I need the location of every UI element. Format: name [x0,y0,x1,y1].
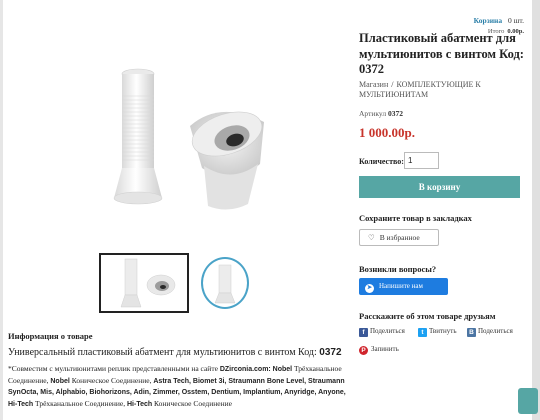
share-heading: Расскажите об этом товаре друзьям [359,311,496,321]
messenger-icon: ➤ [365,284,374,293]
compat-brand-4: Hi-Tech [127,400,153,408]
quantity-label: Количество: [359,157,404,166]
add-to-favorites-button[interactable]: ♡ В избранное [359,229,439,246]
page-scrollbar[interactable] [532,0,540,420]
sku-label: Артикул [359,109,387,118]
thumbnail-2-image [214,264,236,304]
scroll-top-button[interactable] [518,388,538,414]
message-us-label: Напишите нам [379,282,423,290]
compat-type-3: Трёхканальное Соединение, [35,398,126,408]
add-to-cart-button[interactable]: В корзину [359,176,520,198]
page-left-edge [0,0,3,420]
product-info-lead: Универсальный пластиковый абатмент для м… [8,347,348,358]
cart-count: 0 шт. [508,16,524,25]
thumbnail-1[interactable] [99,253,189,313]
favorites-label: В избранное [379,233,420,242]
share-facebook-button[interactable]: f Поделиться [359,326,405,337]
product-main-image[interactable] [92,56,292,232]
compat-type-2: Коническое Соединение, [71,375,152,385]
compat-site: DZirconia.com: [219,366,271,373]
product-info-lead-code: 0372 [319,347,342,358]
bookmarks-heading: Сохраните товар в закладках [359,213,472,223]
pinterest-icon: P [359,346,368,355]
questions-heading: Возникли вопросы? [359,264,437,274]
sku: Артикул 0372 [359,109,403,118]
message-us-button[interactable]: ➤ Напишите нам [359,278,448,295]
product-price: 1 000.00р. [359,125,415,140]
cart-count-unit: шт. [513,16,524,25]
twitter-icon: t [418,328,427,337]
vk-icon: B [467,328,476,337]
heart-icon: ♡ [368,233,375,242]
share-vk-button[interactable]: B Поделиться [467,326,513,337]
compat-brand-2: Nobel [50,377,70,385]
share-vk-label: Поделиться [478,327,513,335]
share-twitter-label: Твитнуть [429,327,457,335]
product-title: Пластиковый абатмент для мультиюнитов с … [359,31,524,76]
compat-intro: *Совместим с мультиюнитами реплик предст… [8,364,218,373]
product-info-lead-text: Универсальный пластиковый абатмент для м… [8,347,317,358]
cart-count-value: 0 [508,16,512,25]
cart-link[interactable]: Корзина [474,16,502,25]
compat-brand-1: Nobel [272,366,293,373]
breadcrumb: Магазин / КОМПЛЕКТУЮЩИЕ К МУЛЬТИЮНИТАМ [359,80,524,100]
share-twitter-button[interactable]: t Твитнуть [418,326,457,337]
thumbnail-2[interactable] [201,257,249,309]
share-pinterest-button[interactable]: P Запинить [359,345,399,355]
facebook-icon: f [359,328,368,337]
product-info-heading: Информация о товаре [8,331,93,341]
sku-value: 0372 [387,109,403,118]
breadcrumb-separator: / [391,80,394,89]
share-pinterest-label: Запинить [371,345,399,353]
product-info-body: *Совместим с мультиюнитами реплик предст… [8,364,353,410]
share-facebook-label: Поделиться [370,327,405,335]
thumbnail-1-image [120,258,176,308]
breadcrumb-shop[interactable]: Магазин [359,80,388,89]
quantity-input[interactable]: 1 [404,152,439,169]
compat-type-4: Коническое Соединение [154,398,232,408]
